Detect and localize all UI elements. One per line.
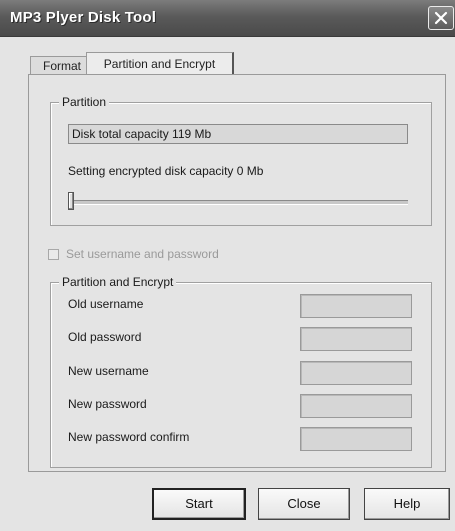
- new-username-field[interactable]: [300, 361, 412, 385]
- new-password-field[interactable]: [300, 394, 412, 418]
- encrypted-capacity-slider-thumb[interactable]: [68, 192, 74, 210]
- encrypted-capacity-slider-track[interactable]: [68, 200, 408, 205]
- disk-capacity-readout: Disk total capacity 119 Mb: [68, 124, 408, 144]
- encrypt-legend: Partition and Encrypt: [59, 275, 177, 289]
- old-username-label: Old username: [68, 297, 144, 311]
- close-window-button[interactable]: [428, 6, 454, 30]
- partition-legend: Partition: [59, 95, 110, 109]
- dialog-window: MP3 Plyer Disk Tool Format Partition and…: [0, 0, 455, 531]
- encrypted-capacity-label: Setting encrypted disk capacity 0 Mb: [68, 164, 264, 178]
- tab-strip: Format Partition and Encrypt: [0, 38, 455, 78]
- new-password-confirm-field[interactable]: [300, 427, 412, 451]
- title-bar: MP3 Plyer Disk Tool: [0, 0, 455, 37]
- help-button[interactable]: Help: [364, 488, 450, 520]
- window-title: MP3 Plyer Disk Tool: [10, 9, 157, 26]
- close-icon: [434, 11, 448, 25]
- tab-format[interactable]: Format: [30, 56, 94, 76]
- old-password-field[interactable]: [300, 327, 412, 351]
- old-password-label: Old password: [68, 330, 142, 344]
- new-password-confirm-label: New password confirm: [68, 430, 190, 444]
- new-password-label: New password: [68, 397, 147, 411]
- old-username-field[interactable]: [300, 294, 412, 318]
- set-credentials-label: Set username and password: [66, 247, 219, 261]
- set-credentials-checkbox[interactable]: [48, 249, 59, 260]
- close-button[interactable]: Close: [258, 488, 350, 520]
- new-username-label: New username: [68, 364, 149, 378]
- start-button[interactable]: Start: [152, 488, 246, 520]
